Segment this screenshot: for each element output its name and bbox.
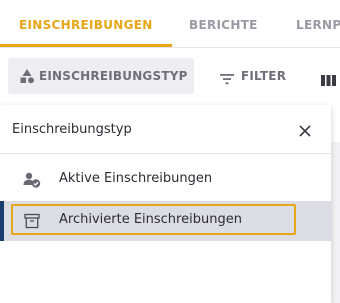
close-icon[interactable]: [294, 120, 316, 142]
selected-indicator: [0, 201, 4, 241]
filter-button-label: FILTER: [241, 69, 287, 83]
menu-item-label: Aktive Einschreibungen: [59, 171, 213, 186]
filter-icon: [220, 70, 234, 85]
background-header-strip: [330, 104, 340, 142]
columns-button[interactable]: [318, 58, 340, 94]
menu-item-archived-enrollments[interactable]: Archivierte Einschreibungen: [0, 201, 331, 241]
tab-bar: EINSCHREIBUNGEN BERICHTE LERNP: [0, 0, 340, 47]
enrollment-type-popover: Einschreibungstyp Aktive Einschreibungen: [0, 105, 331, 303]
tab-lernp[interactable]: LERNP: [296, 18, 340, 32]
popover-title: Einschreibungstyp: [12, 122, 132, 137]
tab-berichte[interactable]: BERICHTE: [189, 18, 258, 32]
popover-divider: [0, 153, 331, 154]
columns-icon: [321, 71, 337, 86]
toolbar: EINSCHREIBUNGSTYP FILTER: [0, 48, 340, 104]
menu-item-label: Archivierte Einschreibungen: [59, 212, 242, 227]
enrollment-type-button[interactable]: EINSCHREIBUNGSTYP: [8, 58, 194, 94]
filter-button[interactable]: FILTER: [212, 58, 302, 94]
menu-item-active-enrollments[interactable]: Aktive Einschreibungen: [0, 160, 331, 200]
tab-einschreibungen[interactable]: EINSCHREIBUNGEN: [19, 18, 153, 32]
user-check-icon: [23, 172, 41, 188]
shapes-icon: [19, 68, 35, 84]
enrollment-type-button-label: EINSCHREIBUNGSTYP: [39, 69, 188, 83]
app-root: EINSCHREIBUNGEN BERICHTE LERNP EINSCHREI…: [0, 0, 340, 303]
archive-icon: [23, 213, 41, 229]
